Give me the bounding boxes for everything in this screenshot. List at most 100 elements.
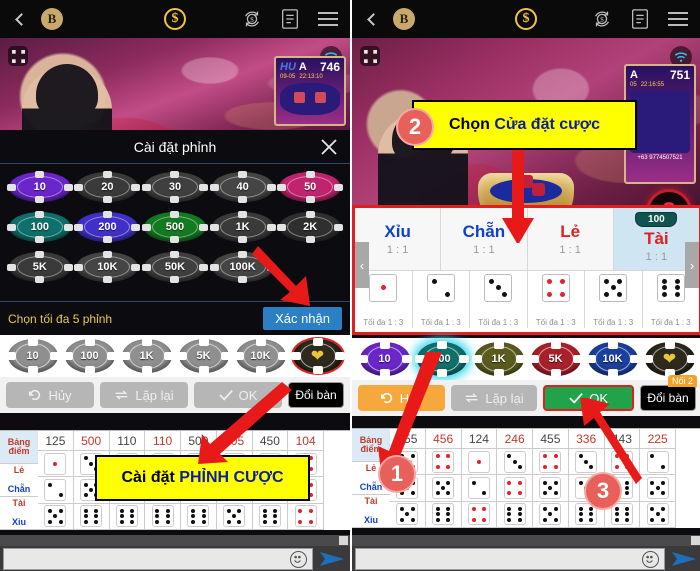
balance-badge-right[interactable]: B: [393, 8, 415, 30]
chip-label: 50: [304, 181, 317, 193]
fullscreen-icon[interactable]: [8, 46, 28, 66]
repeat-button[interactable]: Lặp lại: [100, 382, 188, 408]
score-cell: [38, 504, 73, 530]
quick-chip-vip[interactable]: ❤: [290, 337, 345, 375]
red-arrow-to-chip: [198, 382, 292, 464]
right-phone-screen: B $ $ A 751 05 22:16:55 +63 9774507521 C…: [350, 0, 700, 571]
back-button[interactable]: [10, 8, 32, 30]
chip-option-2K[interactable]: 2K: [277, 210, 344, 244]
die-5: [539, 503, 562, 526]
smiley-icon[interactable]: [642, 550, 659, 568]
heart-icon: ❤: [310, 348, 325, 365]
repeat-button[interactable]: Lặp lại: [450, 385, 538, 411]
coin-balance-right[interactable]: $: [515, 8, 537, 30]
chip-option-100[interactable]: 100: [6, 210, 73, 244]
bet-dice-5[interactable]: Tối đa 1 : 3: [585, 271, 643, 328]
chat-expand-icon[interactable]: [339, 536, 348, 545]
step-badge-1: 1: [378, 455, 416, 493]
svg-text:$: $: [250, 15, 254, 24]
die-4: [539, 450, 562, 473]
chip-option-5K[interactable]: 5K: [6, 250, 73, 284]
chip-option-500[interactable]: 500: [141, 210, 208, 244]
score-label-oddeven[interactable]: Lẻ Chẵn: [0, 464, 38, 497]
chip-option-20[interactable]: 20: [74, 170, 141, 204]
bet-dice-3[interactable]: Tối đa 1 : 3: [470, 271, 528, 328]
quick-chip-10K[interactable]: 10K: [233, 338, 288, 374]
score-label-bigsmall[interactable]: Tài Xỉu: [0, 497, 38, 530]
quick-chip-5K[interactable]: 5K: [176, 338, 231, 374]
chip-option-30[interactable]: 30: [141, 170, 208, 204]
chat-expand-icon[interactable]: [691, 536, 700, 545]
die-5: [396, 503, 419, 526]
chip-option-200[interactable]: 200: [74, 210, 141, 244]
chip-option-50K[interactable]: 50K: [141, 250, 208, 284]
hamburger-menu-icon[interactable]: [316, 7, 340, 31]
balance-badge[interactable]: B: [41, 8, 63, 30]
score-cell: [109, 504, 145, 530]
die-5: [44, 505, 67, 528]
score-label-points[interactable]: Bảng điểm: [0, 431, 38, 464]
score-row-labels: Bảng điểm Lẻ Chẵn Tài Xỉu: [0, 431, 38, 530]
bet-dice-max: Tối đa 1 : 3: [650, 318, 691, 327]
top-bar: B $ $: [0, 0, 350, 38]
score-column-empty: [324, 431, 350, 530]
chip-label: 30: [168, 181, 182, 193]
close-icon[interactable]: [320, 138, 338, 156]
hamburger-menu-icon[interactable]: [666, 7, 690, 31]
next-page-arrow[interactable]: ›: [685, 242, 699, 288]
bet-dice-4[interactable]: Tối đa 1 : 3: [527, 271, 585, 328]
fullscreen-icon[interactable]: [360, 46, 380, 66]
chip-label: 5K: [548, 353, 563, 365]
noi-badge: Nối 2: [668, 375, 698, 387]
chip-label: 2K: [303, 221, 318, 233]
coin-balance[interactable]: $: [164, 8, 186, 30]
quick-chip-1K[interactable]: 1K: [471, 341, 526, 377]
chip-option-10[interactable]: 10: [6, 170, 73, 204]
bet-amount-marker: 100: [635, 212, 678, 227]
chat-bar: [0, 535, 350, 571]
send-icon[interactable]: [317, 550, 347, 568]
bet-option-Lẻ[interactable]: Lẻ 1 : 1: [527, 208, 614, 270]
red-arrow-down-to-bets: [502, 150, 534, 243]
scoreboard-die-2: [315, 92, 326, 103]
chip-label: 20: [101, 181, 114, 193]
chip-settings-dialog: Cài đặt phỉnh 10 20 30 40 50 100 200 500 1K 2K 5K 1…: [0, 130, 350, 335]
bet-dice-2[interactable]: Tối đa 1 : 3: [412, 271, 470, 328]
prev-page-arrow[interactable]: ‹: [355, 242, 369, 288]
quick-chip-5K[interactable]: 5K: [528, 341, 583, 377]
chip-label: 1K: [491, 353, 506, 365]
scoreboard-date: 05: [630, 82, 637, 88]
chip-label: 1K: [139, 350, 154, 362]
annotation-text-blue: PHỈNH CƯỢC: [179, 469, 284, 486]
chip-option-40[interactable]: 40: [209, 170, 276, 204]
chip-label: 100: [80, 350, 99, 362]
cancel-button[interactable]: Hủy: [6, 382, 94, 408]
coin-icon: $: [164, 8, 186, 30]
score-label-bigsmall[interactable]: Tài Xỉu: [352, 495, 390, 528]
history-document-icon[interactable]: [628, 7, 652, 31]
quick-chip-10[interactable]: 10: [5, 338, 60, 374]
quick-chip-100[interactable]: 100: [62, 338, 117, 374]
back-button-right[interactable]: [362, 8, 384, 30]
refresh-money-icon[interactable]: $: [240, 7, 264, 31]
refresh-money-icon[interactable]: $: [590, 7, 614, 31]
chip-option-1K[interactable]: 1K: [209, 210, 276, 244]
quick-chip-10K[interactable]: 10K: [585, 341, 640, 377]
history-document-icon[interactable]: [278, 7, 302, 31]
bet-dice-max: Tối đa 1 : 3: [420, 318, 461, 327]
quick-chip-1K[interactable]: 1K: [119, 338, 174, 374]
send-icon[interactable]: [669, 550, 699, 568]
chat-row: [0, 546, 350, 571]
chip-option-10K[interactable]: 10K: [74, 250, 141, 284]
chip-option-50[interactable]: 50: [277, 170, 344, 204]
smiley-icon[interactable]: [290, 550, 307, 568]
score-number: 455: [533, 429, 568, 449]
chat-input[interactable]: [355, 547, 665, 570]
bet-option-odds: 1 : 1: [645, 251, 668, 263]
annotation-callout-select-bet: Chọn Cửa đặt cược: [412, 100, 637, 150]
chat-input[interactable]: [3, 547, 313, 570]
chip-label: 50K: [164, 261, 186, 273]
quick-chip-vip[interactable]: ❤: [642, 341, 697, 377]
chat-bar-right: [352, 535, 700, 571]
die-6: [115, 505, 138, 528]
